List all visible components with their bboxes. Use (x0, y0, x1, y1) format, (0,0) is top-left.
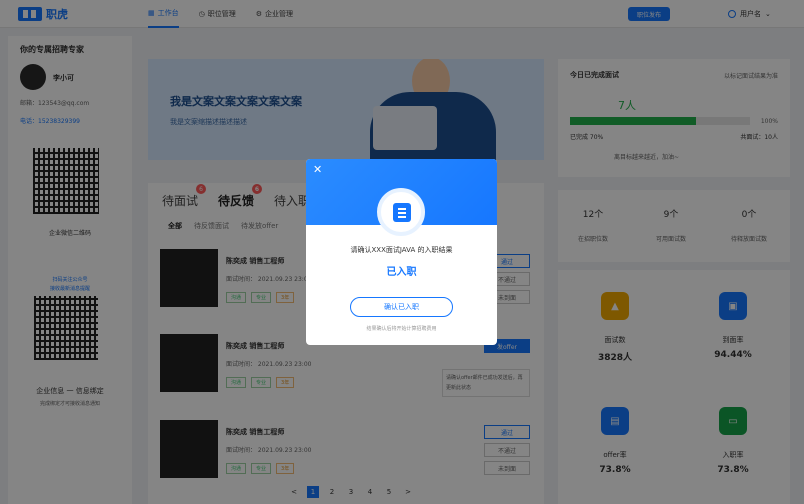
modal-status: 已入职 (386, 267, 417, 278)
confirm-onboard-button[interactable]: 确认已入职 (350, 297, 453, 317)
modal-note: 结果确认后将开始计算招聘费用 (366, 326, 437, 332)
document-icon-circle (377, 188, 425, 236)
close-icon[interactable]: ✕ (313, 163, 322, 176)
modal-message: 请确认XXX面试JAVA 的入职结果 (350, 246, 453, 254)
document-icon (393, 203, 411, 222)
confirm-onboard-modal: ✕ 请确认XXX面试JAVA 的入职结果 已入职 确认已入职 结果确认后将开始计… (306, 159, 497, 345)
